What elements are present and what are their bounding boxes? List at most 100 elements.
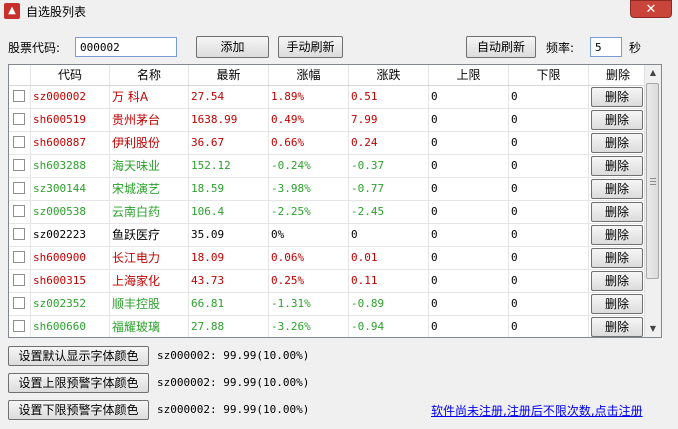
upper-color-button[interactable]: 设置上限预警字体颜色 <box>8 373 149 393</box>
cell-chg: -2.45 <box>349 201 429 223</box>
table-row[interactable]: sh600887 伊利股份 36.67 0.66% 0.24 0 0 删除 <box>9 132 647 155</box>
table-row[interactable]: sz002223 鱼跃医疗 35.09 0% 0 0 0 删除 <box>9 224 647 247</box>
stock-table: 代码 名称 最新 涨幅 涨跌 上限 下限 删除 sz000002 万 科A 27.5… <box>8 64 662 338</box>
delete-row-button[interactable]: 删除 <box>591 156 643 176</box>
upper-color-preview: sz000002: 99.99(10.00%) <box>157 376 310 389</box>
cell-chg: -0.77 <box>349 178 429 200</box>
frequency-input[interactable] <box>590 37 622 57</box>
row-checkbox[interactable] <box>13 90 25 102</box>
lower-color-preview: sz000002: 99.99(10.00%) <box>157 403 310 416</box>
cell-last: 66.81 <box>189 293 269 315</box>
delete-row-button[interactable]: 删除 <box>591 317 643 337</box>
cell-pct: 0% <box>269 224 349 246</box>
cell-upper: 0 <box>429 201 509 223</box>
stock-code-input[interactable] <box>75 37 177 57</box>
cell-code: sh600315 <box>31 270 110 292</box>
default-color-button[interactable]: 设置默认显示字体颜色 <box>8 346 149 366</box>
table-row[interactable]: sh600315 上海家化 43.73 0.25% 0.11 0 0 删除 <box>9 270 647 293</box>
window-title: 自选股列表 <box>26 5 87 19</box>
cell-upper: 0 <box>429 155 509 177</box>
lower-color-button[interactable]: 设置下限预警字体颜色 <box>8 400 149 420</box>
add-button[interactable]: 添加 <box>196 36 269 58</box>
delete-row-button[interactable]: 删除 <box>591 225 643 245</box>
scroll-thumb[interactable] <box>646 83 659 279</box>
cell-code: sz002352 <box>31 293 110 315</box>
cell-select <box>9 247 31 269</box>
row-checkbox[interactable] <box>13 274 25 286</box>
row-checkbox[interactable] <box>13 182 25 194</box>
cell-code: sh600519 <box>31 109 110 131</box>
cell-name: 上海家化 <box>110 270 189 292</box>
table-row[interactable]: sh603288 海天味业 152.12 -0.24% -0.37 0 0 删除 <box>9 155 647 178</box>
cell-select <box>9 270 31 292</box>
cell-upper: 0 <box>429 316 509 337</box>
header-name: 名称 <box>110 65 189 85</box>
cell-chg: 0.01 <box>349 247 429 269</box>
cell-upper: 0 <box>429 132 509 154</box>
cell-last: 1638.99 <box>189 109 269 131</box>
row-checkbox[interactable] <box>13 228 25 240</box>
delete-row-button[interactable]: 删除 <box>591 271 643 291</box>
cell-select <box>9 109 31 131</box>
cell-upper: 0 <box>429 247 509 269</box>
table-row[interactable]: sh600660 福耀玻璃 27.88 -3.26% -0.94 0 0 删除 <box>9 316 647 337</box>
row-checkbox[interactable] <box>13 251 25 263</box>
vertical-scrollbar[interactable]: ▲ ▼ <box>644 65 661 337</box>
cell-lower: 0 <box>509 270 589 292</box>
table-row[interactable]: sz000538 云南白药 106.4 -2.25% -2.45 0 0 删除 <box>9 201 647 224</box>
cell-code: sh600660 <box>31 316 110 337</box>
cell-chg: -0.94 <box>349 316 429 337</box>
close-button[interactable]: ✕ <box>630 0 672 18</box>
cell-pct: -1.31% <box>269 293 349 315</box>
cell-name: 贵州茅台 <box>110 109 189 131</box>
row-checkbox[interactable] <box>13 320 25 332</box>
delete-row-button[interactable]: 删除 <box>591 179 643 199</box>
cell-name: 宋城演艺 <box>110 178 189 200</box>
cell-name: 顺丰控股 <box>110 293 189 315</box>
row-checkbox[interactable] <box>13 297 25 309</box>
cell-last: 27.88 <box>189 316 269 337</box>
header-delete: 删除 <box>605 68 630 82</box>
manual-refresh-button[interactable]: 手动刷新 <box>278 36 343 58</box>
delete-row-button[interactable]: 删除 <box>591 110 643 130</box>
cell-last: 36.67 <box>189 132 269 154</box>
auto-refresh-button[interactable]: 自动刷新 <box>466 36 536 58</box>
delete-row-button[interactable]: 删除 <box>591 87 643 107</box>
row-checkbox[interactable] <box>13 136 25 148</box>
cell-lower: 0 <box>509 178 589 200</box>
delete-row-button[interactable]: 删除 <box>591 202 643 222</box>
cell-pct: 0.25% <box>269 270 349 292</box>
cell-code: sz002223 <box>31 224 110 246</box>
cell-pct: 0.66% <box>269 132 349 154</box>
cell-select <box>9 132 31 154</box>
row-checkbox[interactable] <box>13 113 25 125</box>
cell-select <box>9 293 31 315</box>
cell-chg: 0.24 <box>349 132 429 154</box>
cell-chg: -0.89 <box>349 293 429 315</box>
cell-last: 18.59 <box>189 178 269 200</box>
cell-last: 43.73 <box>189 270 269 292</box>
scroll-down-icon[interactable]: ▼ <box>645 321 661 337</box>
cell-last: 18.09 <box>189 247 269 269</box>
table-row[interactable]: sh600900 长江电力 18.09 0.06% 0.01 0 0 删除 <box>9 247 647 270</box>
row-checkbox[interactable] <box>13 159 25 171</box>
table-row[interactable]: sz002352 顺丰控股 66.81 -1.31% -0.89 0 0 删除 <box>9 293 647 316</box>
table-row[interactable]: sz300144 宋城演艺 18.59 -3.98% -0.77 0 0 删除 <box>9 178 647 201</box>
cell-code: sz000002 <box>31 86 110 108</box>
cell-select <box>9 316 31 337</box>
cell-select <box>9 86 31 108</box>
cell-code: sh603288 <box>31 155 110 177</box>
table-row[interactable]: sh600519 贵州茅台 1638.99 0.49% 7.99 0 0 删除 <box>9 109 647 132</box>
cell-last: 27.54 <box>189 86 269 108</box>
header-code: 代码 <box>31 65 110 85</box>
register-link[interactable]: 软件尚未注册,注册后不限次数,点击注册 <box>431 402 643 419</box>
cell-pct: -3.26% <box>269 316 349 337</box>
cell-last: 152.12 <box>189 155 269 177</box>
table-row[interactable]: sz000002 万 科A 27.54 1.89% 0.51 0 0 删除 <box>9 86 647 109</box>
cell-upper: 0 <box>429 109 509 131</box>
delete-row-button[interactable]: 删除 <box>591 133 643 153</box>
row-checkbox[interactable] <box>13 205 25 217</box>
delete-row-button[interactable]: 删除 <box>591 294 643 314</box>
delete-row-button[interactable]: 删除 <box>591 248 643 268</box>
scroll-up-icon[interactable]: ▲ <box>645 65 661 81</box>
